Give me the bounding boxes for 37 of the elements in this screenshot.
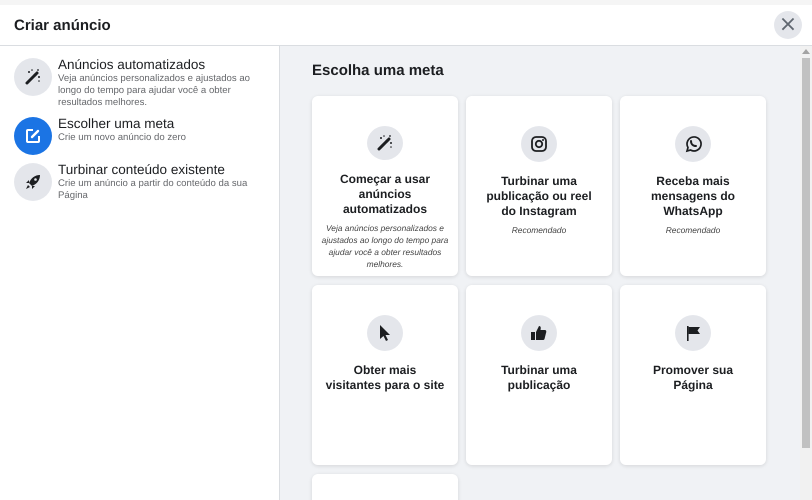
close-button[interactable]: ×: [774, 11, 802, 39]
flag-icon: [684, 324, 702, 342]
scrollbar[interactable]: [800, 46, 812, 500]
sidebar-item[interactable]: Escolher uma meta Crie um novo anúncio do zero: [0, 113, 279, 157]
magic-wand-icon: [376, 134, 394, 152]
card-description: Veja anúncios personalizados e ajustados ao longo do tempo para ajudar você a obter resultados melhores.: [320, 222, 450, 270]
thumbs-up-icon: [530, 324, 548, 342]
card-description: Recomendado: [512, 224, 566, 236]
sidebar-item[interactable]: Anúncios automatizados Veja anúncios personalizados e ajustados ao longo do tempo para ajudar você a obter resultados melhores.: [0, 54, 279, 111]
card-title: Receba mais mensagens do WhatsApp: [650, 174, 736, 219]
item-description: Crie um novo anúncio do zero: [58, 132, 187, 144]
card-title: Turbinar uma publicação: [500, 363, 578, 393]
card-title: Começar a usar anúncios automatizados: [338, 172, 432, 217]
item-description: Veja anúncios personalizados e ajustados ao longo do tempo para ajudar você a obter resultados melhores.: [58, 73, 252, 109]
magic-wand-icon: [24, 68, 42, 86]
goal-card[interactable]: Turbinar uma publicação ou reel do Instagram Recomendado: [466, 96, 612, 276]
item-title: Turbinar conteúdo existente: [58, 161, 226, 178]
sidebar-item[interactable]: Turbinar conteúdo existente Crie um anúncio a partir do conteúdo da sua Página: [0, 159, 279, 204]
section-heading: Escolha uma meta: [312, 62, 445, 79]
item-title: Anúncios automatizados: [58, 56, 206, 73]
goal-card[interactable]: Turbinar uma publicação: [466, 285, 612, 465]
goal-card[interactable]: Começar a usar anúncios automatizados Veja anúncios personalizados e ajustados ao longo do tempo para ajudar você a obter resultados melhores.: [312, 96, 458, 276]
card-description: Recomendado: [666, 224, 720, 236]
whatsapp-icon: [684, 135, 702, 153]
dialog-title: Criar anúncio: [14, 16, 111, 34]
goal-card[interactable]: Obter mais visitantes para o site: [312, 285, 458, 465]
goal-card[interactable]: Receba mais mensagens do WhatsApp Recomendado: [620, 96, 766, 276]
instagram-icon: [530, 135, 548, 153]
card-title: Turbinar uma publicação ou reel do Instagram: [485, 174, 593, 219]
card-title: Promover sua Página: [652, 363, 734, 393]
card-title: Obter mais visitantes para o site: [324, 363, 446, 393]
cursor-icon: [378, 324, 392, 342]
edit-icon: [24, 127, 42, 145]
item-description: Crie um anúncio a partir do conteúdo da sua Página: [58, 178, 248, 202]
rocket-icon: [24, 173, 42, 191]
goal-card[interactable]: Promover sua Página: [620, 285, 766, 465]
item-title: Escolher uma meta: [58, 115, 176, 132]
